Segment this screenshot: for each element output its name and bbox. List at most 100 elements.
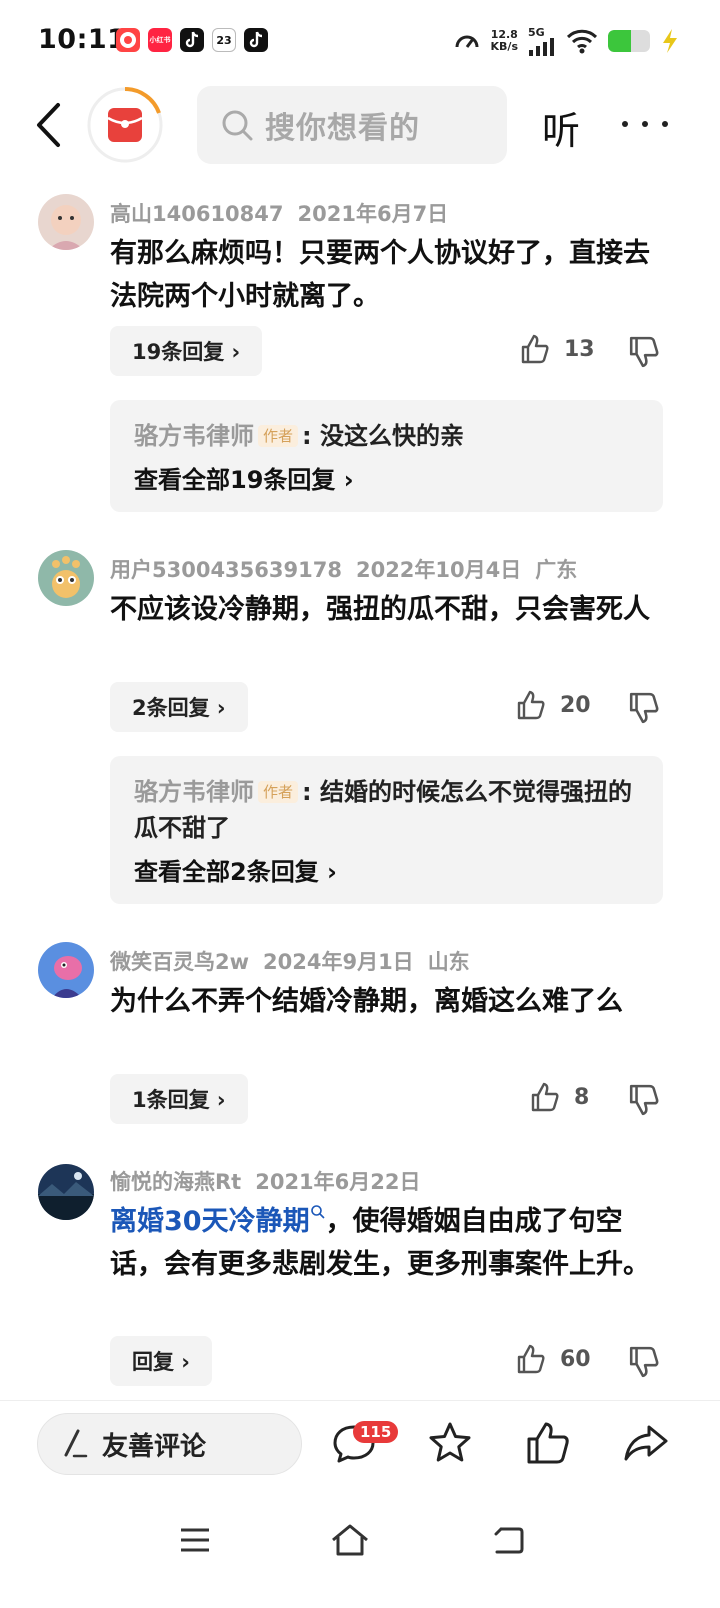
comment-input-placeholder: 友善评论 <box>102 1431 207 1462</box>
signal-group: 5G <box>528 27 556 56</box>
network-type: 5G <box>528 25 545 39</box>
calendar-icon: 23 <box>212 28 236 52</box>
thread-reply: 骆方韦律师 作者: 结婚的时候怎么不觉得强扭的瓜不甜了 <box>134 774 639 846</box>
like-count: 20 <box>560 692 591 718</box>
pen-icon <box>64 1429 88 1458</box>
thumbs-up-icon <box>517 690 545 720</box>
charging-icon <box>663 29 677 53</box>
comment-location: 广东 <box>535 558 578 582</box>
like-button[interactable]: 8 <box>530 1082 589 1112</box>
replies-button[interactable]: 19条回复 › <box>110 326 263 376</box>
search-small-icon[interactable] <box>310 1204 326 1220</box>
more-dot-icon <box>622 121 628 127</box>
thumbs-up-icon <box>531 1082 559 1112</box>
thumbs-down-icon[interactable] <box>628 336 660 368</box>
menu-button[interactable] <box>165 1510 225 1570</box>
avatar[interactable] <box>38 194 94 250</box>
author-logo-button[interactable] <box>86 86 164 164</box>
like-count: 60 <box>560 1346 591 1372</box>
comment-input[interactable]: 友善评论 <box>37 1413 302 1475</box>
comment-text: 不应该设冷静期，强扭的瓜不甜，只会害死人 <box>110 594 650 625</box>
thumbs-down-icon[interactable] <box>628 1084 660 1116</box>
bottom-action-bar: 友善评论 115 <box>0 1400 720 1490</box>
net-speed: 12.8 KB/s <box>491 29 518 53</box>
thread-author[interactable]: 骆方韦律师 <box>134 422 254 450</box>
more-dot-icon <box>642 121 648 127</box>
replies-button[interactable]: 回复 › <box>110 1336 212 1386</box>
home-icon <box>332 1524 368 1556</box>
thread-author[interactable]: 骆方韦律师 <box>134 778 254 806</box>
comment-date: 2021年6月22日 <box>255 1170 421 1194</box>
more-dot-icon <box>662 121 668 127</box>
menu-icon <box>181 1528 209 1552</box>
thumbs-up-icon <box>521 334 549 364</box>
like-button[interactable]: 20 <box>516 690 591 720</box>
back-button[interactable] <box>28 100 68 150</box>
home-button[interactable] <box>320 1510 380 1570</box>
tiktok-icon <box>244 28 268 52</box>
thumbs-down-icon[interactable] <box>628 1346 660 1378</box>
comment-meta: 愉悦的海燕Rt 2021年6月22日 <box>110 1166 435 1196</box>
battery-icon <box>608 30 650 52</box>
comment-meta: 高山140610847 2021年6月7日 <box>110 198 462 228</box>
toutiao-icon <box>116 28 140 52</box>
status-time: 10:11 <box>38 24 127 55</box>
douyin-icon <box>180 28 204 52</box>
net-speed-unit: KB/s <box>490 40 518 53</box>
view-all-replies-link[interactable]: 查看全部19条回复 › <box>134 462 639 498</box>
wifi-icon <box>566 29 598 54</box>
share-icon[interactable] <box>622 1419 670 1467</box>
landscape-avatar-icon <box>38 1164 94 1220</box>
comment-username[interactable]: 高山140610847 <box>110 202 284 226</box>
comment-meta: 用户5300435639178 2022年10月4日 广东 <box>110 554 591 584</box>
status-bar: 10:11 小红书 23 12.8 KB/s 5G <box>0 0 720 82</box>
thread-reply-text: : 没这么快的亲 <box>302 422 464 450</box>
like-button[interactable]: 13 <box>520 334 595 364</box>
comment-meta: 微笑百灵鸟2w 2024年9月1日 山东 <box>110 946 484 976</box>
comment-username[interactable]: 愉悦的海燕Rt <box>110 1170 241 1194</box>
reply-thread[interactable]: 骆方韦律师 作者: 没这么快的亲 查看全部19条回复 › <box>110 400 663 512</box>
baby-avatar-icon <box>38 194 94 250</box>
speedometer-icon <box>455 35 479 48</box>
avatar[interactable] <box>38 942 94 998</box>
search-icon <box>222 110 253 141</box>
avatar[interactable] <box>38 550 94 606</box>
comment-text: 有那么麻烦吗！只要两个人协议好了，直接去法院两个小时就离了。 <box>110 238 650 312</box>
back-nav-icon <box>494 1527 524 1554</box>
notification-icons: 小红书 23 <box>116 28 268 52</box>
comment-username[interactable]: 微笑百灵鸟2w <box>110 950 249 974</box>
listen-button[interactable]: 听 <box>542 100 580 155</box>
author-tag: 作者 <box>258 425 299 447</box>
star-icon[interactable] <box>426 1419 474 1467</box>
search-placeholder: 搜你想看的 <box>265 111 420 146</box>
comment-date: 2024年9月1日 <box>263 950 414 974</box>
comment-count-badge: 115 <box>353 1421 399 1443</box>
search-bar[interactable]: 搜你想看的 <box>197 86 507 164</box>
thumbs-up-icon[interactable] <box>524 1419 572 1467</box>
battery-level-fill <box>608 30 632 52</box>
reply-thread[interactable]: 骆方韦律师 作者: 结婚的时候怎么不觉得强扭的瓜不甜了 查看全部2条回复 › <box>110 756 663 904</box>
top-nav: 搜你想看的 听 <box>0 82 720 172</box>
avatar[interactable] <box>38 1164 94 1220</box>
replies-button[interactable]: 2条回复 › <box>110 682 248 732</box>
more-options-button[interactable] <box>622 102 668 146</box>
cartoon-avatar-icon <box>38 942 94 998</box>
author-tag: 作者 <box>258 781 299 803</box>
search-keyword-link[interactable]: 离婚30天冷静期 <box>110 1206 310 1237</box>
signal-icon <box>529 37 554 56</box>
back-nav-button[interactable] <box>478 1510 538 1570</box>
like-count: 8 <box>574 1084 590 1110</box>
thumbs-up-icon <box>517 1344 545 1374</box>
view-all-replies-link[interactable]: 查看全部2条回复 › <box>134 854 639 890</box>
monster-avatar-icon <box>38 550 94 606</box>
xiaohongshu-icon: 小红书 <box>148 28 172 52</box>
thread-reply: 骆方韦律师 作者: 没这么快的亲 <box>134 418 639 454</box>
comment-text: 为什么不弄个结婚冷静期，离婚这么难了么 <box>110 986 623 1017</box>
replies-button[interactable]: 1条回复 › <box>110 1074 248 1124</box>
red-envelope-logo-icon <box>87 86 163 163</box>
comment-username[interactable]: 用户5300435639178 <box>110 558 342 582</box>
thumbs-down-icon[interactable] <box>628 692 660 724</box>
system-nav-bar <box>0 1490 720 1608</box>
like-button[interactable]: 60 <box>516 1344 591 1374</box>
like-count: 13 <box>564 336 595 362</box>
